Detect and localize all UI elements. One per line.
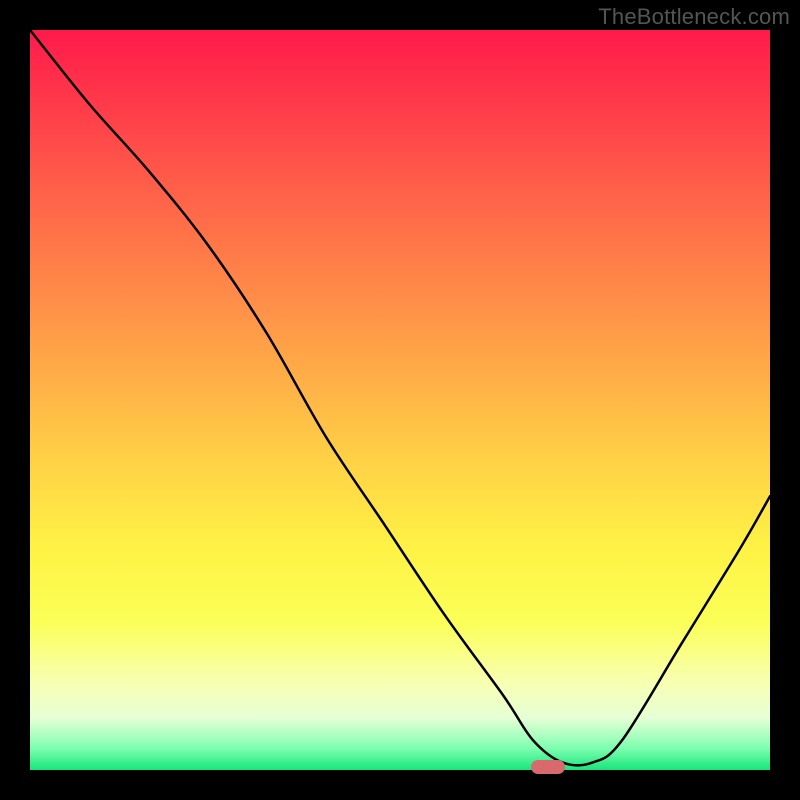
chart-plot-area — [30, 30, 770, 770]
optimal-point-marker — [531, 760, 565, 774]
chart-frame: TheBottleneck.com — [0, 0, 800, 800]
bottleneck-curve — [30, 30, 770, 770]
watermark-text: TheBottleneck.com — [598, 4, 790, 30]
